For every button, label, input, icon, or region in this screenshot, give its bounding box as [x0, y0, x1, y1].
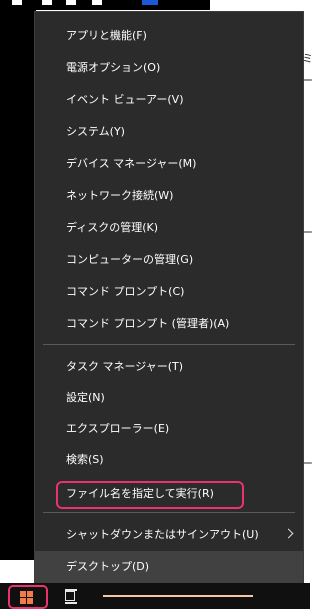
- menu-item-apps-features[interactable]: アプリと機能(F): [35, 20, 303, 52]
- taskbar-search-bar[interactable]: [103, 595, 253, 597]
- menu-item-label: タスク マネージャー(T): [66, 360, 184, 373]
- menu-item-explorer[interactable]: エクスプローラー(E): [35, 413, 303, 445]
- winx-context-menu: アプリと機能(F) 電源オプション(O) イベント ビューアー(V) システム(Y) デ…: [34, 11, 304, 583]
- background-thumbnail: [66, 0, 76, 5]
- menu-item-command-prompt-admin[interactable]: コマンド プロンプト (管理者)(A): [35, 308, 303, 340]
- task-view-icon[interactable]: [63, 589, 77, 604]
- menu-item-label: コマンド プロンプト (管理者)(A): [66, 317, 230, 330]
- menu-item-label: 設定(N): [66, 391, 105, 404]
- menu-item-desktop[interactable]: デスクトップ(D): [35, 551, 303, 583]
- menu-item-label: ネットワーク接続(W): [66, 189, 174, 202]
- menu-item-label: エクスプローラー(E): [66, 422, 170, 435]
- menu-item-disk-management[interactable]: ディスクの管理(K): [35, 212, 303, 244]
- menu-item-label: イベント ビューアー(V): [66, 93, 184, 106]
- menu-item-label: デバイス マネージャー(M): [66, 157, 197, 170]
- background-window-top: [0, 0, 210, 10]
- chevron-right-icon: [283, 528, 294, 539]
- menu-item-label: コマンド プロンプト(C): [66, 285, 185, 298]
- start-button-highlight: [8, 585, 48, 609]
- menu-item-settings[interactable]: 設定(N): [35, 382, 303, 414]
- menu-separator: [43, 512, 295, 513]
- menu-item-label: シャットダウンまたはサインアウト(U): [66, 528, 259, 541]
- menu-item-task-manager[interactable]: タスク マネージャー(T): [35, 351, 303, 383]
- menu-item-label: アプリと機能(F): [66, 29, 147, 42]
- menu-item-shutdown-signout[interactable]: シャットダウンまたはサインアウト(U): [35, 519, 303, 551]
- menu-item-label: デスクトップ(D): [66, 560, 150, 573]
- menu-item-device-manager[interactable]: デバイス マネージャー(M): [35, 148, 303, 180]
- menu-item-system[interactable]: システム(Y): [35, 116, 303, 148]
- background-thumbnail: [142, 0, 158, 5]
- taskbar: [0, 583, 310, 609]
- background-thumbnail: [42, 0, 52, 5]
- menu-item-label: コンピューターの管理(G): [66, 253, 194, 266]
- menu-item-event-viewer[interactable]: イベント ビューアー(V): [35, 84, 303, 116]
- menu-item-label: 検索(S): [66, 453, 104, 466]
- menu-separator: [43, 344, 295, 345]
- run-item-highlight: [56, 481, 244, 509]
- menu-item-network-connections[interactable]: ネットワーク接続(W): [35, 180, 303, 212]
- menu-item-power-options[interactable]: 電源オプション(O): [35, 52, 303, 84]
- menu-item-label: 電源オプション(O): [66, 61, 161, 74]
- menu-item-command-prompt[interactable]: コマンド プロンプト(C): [35, 276, 303, 308]
- background-window-left: [0, 0, 36, 560]
- menu-item-computer-management[interactable]: コンピューターの管理(G): [35, 244, 303, 276]
- menu-item-label: ディスクの管理(K): [66, 221, 159, 234]
- background-thumbnail: [12, 0, 22, 5]
- menu-item-search[interactable]: 検索(S): [35, 444, 303, 476]
- start-button[interactable]: [8, 585, 48, 609]
- menu-item-label: システム(Y): [66, 125, 125, 138]
- background-thumbnail: [92, 0, 102, 5]
